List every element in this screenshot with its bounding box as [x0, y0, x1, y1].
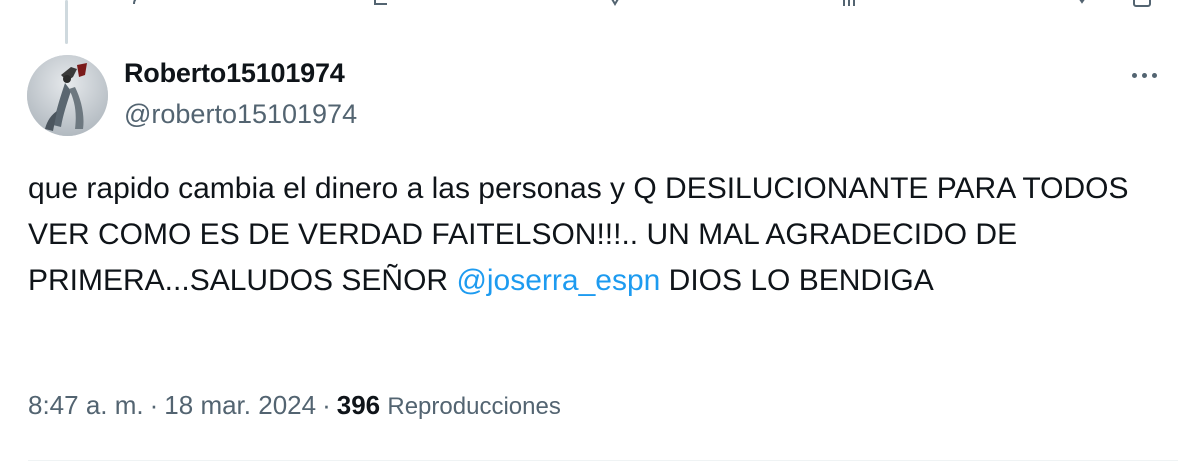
bookmark-icon[interactable] [1072, 0, 1092, 8]
views-label: Reproducciones [387, 393, 561, 420]
views-icon[interactable] [840, 0, 860, 8]
tweet-detail: Roberto15101974 @roberto15101974 que rap… [0, 0, 1200, 473]
meta-separator: · [149, 390, 159, 420]
like-icon[interactable] [605, 0, 625, 8]
more-horizontal-icon[interactable] [1122, 62, 1166, 88]
reply-icon[interactable] [132, 0, 152, 8]
avatar[interactable] [27, 55, 108, 136]
retweet-icon[interactable] [372, 0, 392, 8]
tweet-date[interactable]: 18 mar. 2024 [164, 390, 316, 420]
parent-tweet-actions [0, 0, 1200, 12]
meta-separator: · [322, 390, 331, 420]
tweet-text: que rapido cambia el dinero a las person… [28, 166, 1178, 304]
divider [28, 460, 1178, 461]
tweet-meta: 8:47 a. m. · 18 mar. 2024 · 396 Reproduccion… [28, 390, 561, 421]
tweet-text-part: DIOS LO BENDIGA [660, 264, 934, 297]
tweet-time[interactable]: 8:47 a. m. [28, 390, 144, 420]
share-icon[interactable] [1132, 0, 1152, 8]
avatar-image [27, 55, 108, 136]
thread-connector-line [65, 0, 68, 44]
user-handle[interactable]: @roberto15101974 [124, 99, 357, 130]
views-count: 396 [336, 390, 381, 420]
mention-link[interactable]: @joserra_espn [456, 264, 660, 297]
display-name[interactable]: Roberto15101974 [124, 58, 345, 89]
